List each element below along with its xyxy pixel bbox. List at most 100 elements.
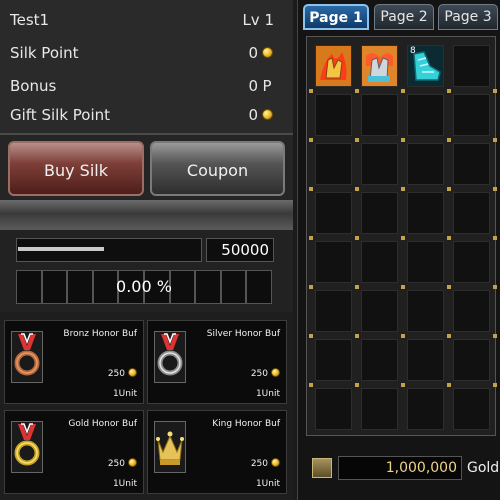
grid-rivet [447,187,451,191]
grid-rivet [309,285,313,289]
grid-rivet [447,334,451,338]
grid-rivet [447,285,451,289]
character-row: Test1 Lv 1 [0,6,280,34]
gold-value: 1,000,000 [338,456,462,480]
coin-icon [128,458,137,467]
inventory-slot[interactable] [361,143,398,185]
grid-rivet [493,285,497,289]
inventory-slot[interactable] [453,241,490,283]
crown-icon [154,421,186,473]
grid-rivet [309,383,313,387]
shop-item-gold-honor-buf[interactable]: Gold Honor Buf 250 1Unit [4,410,144,494]
inventory-slot[interactable] [361,94,398,136]
inventory-slot[interactable] [315,45,352,87]
gold-ring-icon [11,421,43,473]
inventory-slot[interactable] [361,290,398,332]
inventory-slot[interactable] [407,290,444,332]
inventory-slot[interactable] [361,241,398,283]
inventory-slot[interactable] [407,339,444,381]
gift-silk-point-label: Gift Silk Point [10,106,111,124]
inventory-slot[interactable] [407,388,444,430]
gold-pouch-icon[interactable] [312,458,332,478]
inventory-slot[interactable] [407,94,444,136]
grid-rivet [401,89,405,93]
silk-point-row: Silk Point 0 [0,39,280,67]
shop-item-king-honor-buf[interactable]: King Honor Buf 250 1Unit [147,410,287,494]
gold-bar: 1,000,000 Gold [298,446,500,490]
inventory-slot[interactable] [407,192,444,234]
coupon-button[interactable]: Coupon [150,141,285,196]
tab-page-3[interactable]: Page 3 [438,4,498,30]
character-level: Lv 1 [242,11,274,29]
shop-item-bronz-honor-buf[interactable]: Bronz Honor Buf 250 1Unit [4,320,144,404]
grid-rivet [493,236,497,240]
inventory-slot[interactable] [361,339,398,381]
progress-bar-fill [18,247,104,251]
inventory-slot[interactable] [453,94,490,136]
item-name: Silver Honor Buf [206,329,280,339]
item-unit: 1Unit [255,389,280,399]
percent-label: 0.00 % [116,277,172,296]
inventory-slot[interactable] [453,388,490,430]
buy-silk-button[interactable]: Buy Silk [8,141,144,196]
inventory-slot[interactable] [315,290,352,332]
grid-rivet [309,89,313,93]
inventory-slot[interactable] [315,94,352,136]
grid-rivet [355,236,359,240]
inventory-slot[interactable] [453,192,490,234]
grid-rivet [493,89,497,93]
inventory-slot[interactable] [315,192,352,234]
coin-icon [128,368,137,377]
inventory-slot[interactable] [407,143,444,185]
bonus-unit: P [262,77,272,95]
inventory-slot[interactable] [407,241,444,283]
inventory-slot[interactable] [453,143,490,185]
inventory-slot[interactable] [361,192,398,234]
progress-value: 50000 [206,238,274,262]
silk-coin-icon [260,39,274,67]
progress-panel: 50000 0.00 % [0,230,293,312]
inventory-slot[interactable] [315,143,352,185]
tab-page-1[interactable]: Page 1 [303,4,369,30]
inventory-slot[interactable] [361,388,398,430]
grid-rivet [401,187,405,191]
gift-silk-point-value: 0 [248,106,258,124]
grid-rivet [493,383,497,387]
inventory-slot[interactable] [361,45,398,87]
grid-rivet [401,334,405,338]
gift-silk-point-row: Gift Silk Point 0 [0,101,280,129]
silk-point-value: 0 [248,44,258,62]
grid-rivet [355,89,359,93]
grid-rivet [447,383,451,387]
inventory-slot[interactable] [453,290,490,332]
grid-rivet [447,236,451,240]
grid-rivet [355,285,359,289]
inventory-slot[interactable] [315,339,352,381]
inventory-slot[interactable] [453,45,490,87]
item-name: King Honor Buf [212,419,280,429]
item-name: Gold Honor Buf [68,419,137,429]
grid-rivet [309,334,313,338]
honor-buff-shop: Bronz Honor Buf 250 1Unit Silver Honor B… [0,312,293,500]
item-unit: 1Unit [112,389,137,399]
item-price: 250 [251,368,280,379]
stack-count-badge: 8 [410,46,416,56]
grid-rivet [355,138,359,142]
inventory-slot[interactable] [315,388,352,430]
grid-rivet [493,187,497,191]
inventory-slot[interactable]: 8 [407,45,444,87]
shop-item-silver-honor-buf[interactable]: Silver Honor Buf 250 1Unit [147,320,287,404]
inventory-slot[interactable] [315,241,352,283]
grid-rivet [401,138,405,142]
item-price: 250 [108,368,137,379]
bonus-label: Bonus [10,77,57,95]
inventory-slot[interactable] [453,339,490,381]
grid-rivet [447,89,451,93]
tab-page-2[interactable]: Page 2 [374,4,434,30]
item-price: 250 [108,458,137,469]
grid-rivet [493,334,497,338]
coin-icon [271,368,280,377]
inventory-tabs: Page 1 Page 2 Page 3 [298,0,500,34]
grid-rivet [401,383,405,387]
silver-ring-icon [154,331,186,383]
